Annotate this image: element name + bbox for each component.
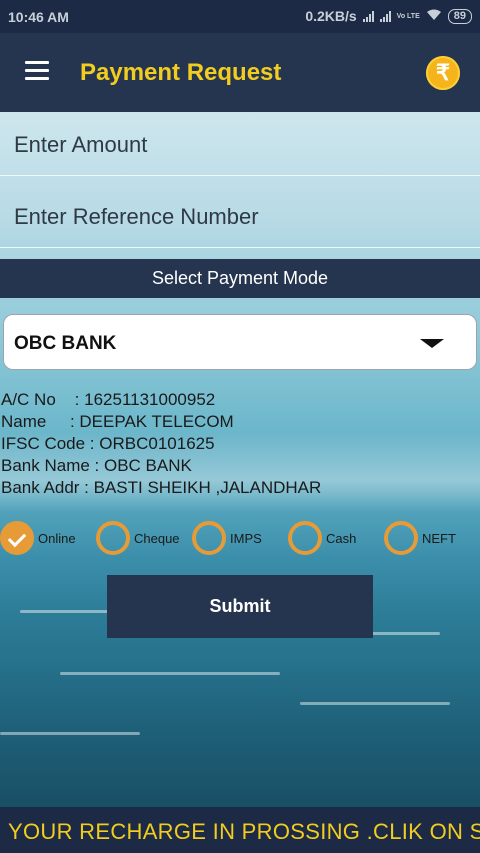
radio-unchecked-icon bbox=[192, 521, 226, 555]
submit-button[interactable]: Submit bbox=[107, 575, 373, 638]
wave-line bbox=[300, 702, 450, 705]
radio-imps[interactable]: IMPS bbox=[192, 519, 262, 557]
page-title: Payment Request bbox=[80, 59, 282, 86]
amount-input[interactable] bbox=[14, 132, 464, 158]
account-name: Name : DEEPAK TELECOM bbox=[1, 412, 234, 431]
volte-icon: Vo LTE bbox=[396, 12, 420, 20]
reference-field bbox=[0, 186, 480, 248]
caret-down-icon bbox=[420, 339, 444, 348]
rupee-icon[interactable]: ₹ bbox=[426, 56, 460, 90]
signal-icon bbox=[379, 10, 391, 22]
radio-label: Online bbox=[38, 530, 76, 546]
bank-select-dropdown[interactable]: OBC BANK bbox=[3, 314, 477, 370]
radio-unchecked-icon bbox=[288, 521, 322, 555]
network-speed: 0.2KB/s bbox=[305, 8, 357, 24]
status-icons: 0.2KB/s Vo LTE 89 bbox=[305, 8, 472, 24]
radio-neft[interactable]: NEFT bbox=[384, 519, 456, 557]
amount-field bbox=[0, 114, 480, 176]
marquee-text: YOUR RECHARGE IN PROSSING .CLIK ON S bbox=[8, 819, 480, 844]
app-bar: Payment Request ₹ bbox=[0, 33, 480, 112]
radio-unchecked-icon bbox=[96, 521, 130, 555]
bank-name: Bank Name : OBC BANK bbox=[1, 456, 192, 475]
radio-unchecked-icon bbox=[384, 521, 418, 555]
hamburger-menu-icon[interactable] bbox=[25, 61, 49, 81]
status-time: 10:46 AM bbox=[8, 9, 69, 25]
radio-label: Cash bbox=[326, 530, 357, 546]
battery-icon: 89 bbox=[447, 8, 472, 24]
wifi-icon bbox=[426, 8, 442, 24]
reference-number-input[interactable] bbox=[14, 204, 464, 230]
bank-details: A/C No : 16251131000952 Name : DEEPAK TE… bbox=[1, 389, 321, 499]
payment-mode-options: Online Cheque IMPS Cash NEFT bbox=[0, 519, 480, 559]
bank-address: Bank Addr : BASTI SHEIKH ,JALANDHAR bbox=[1, 478, 322, 497]
wave-line bbox=[0, 732, 140, 735]
radio-checked-icon bbox=[0, 521, 34, 555]
signal-icon bbox=[362, 10, 374, 22]
radio-label: NEFT bbox=[422, 530, 456, 546]
radio-cheque[interactable]: Cheque bbox=[96, 519, 180, 557]
payment-mode-header: Select Payment Mode bbox=[0, 259, 480, 298]
marquee-banner: YOUR RECHARGE IN PROSSING .CLIK ON S bbox=[0, 807, 480, 853]
account-number: A/C No : 16251131000952 bbox=[1, 390, 216, 409]
radio-cash[interactable]: Cash bbox=[288, 519, 356, 557]
radio-label: Cheque bbox=[134, 530, 180, 546]
ifsc-code: IFSC Code : ORBC0101625 bbox=[1, 434, 215, 453]
wave-line bbox=[60, 672, 280, 675]
radio-label: IMPS bbox=[230, 530, 262, 546]
radio-online[interactable]: Online bbox=[0, 519, 76, 557]
status-bar: 10:46 AM 0.2KB/s Vo LTE 89 bbox=[0, 0, 480, 33]
selected-bank: OBC BANK bbox=[14, 333, 117, 354]
